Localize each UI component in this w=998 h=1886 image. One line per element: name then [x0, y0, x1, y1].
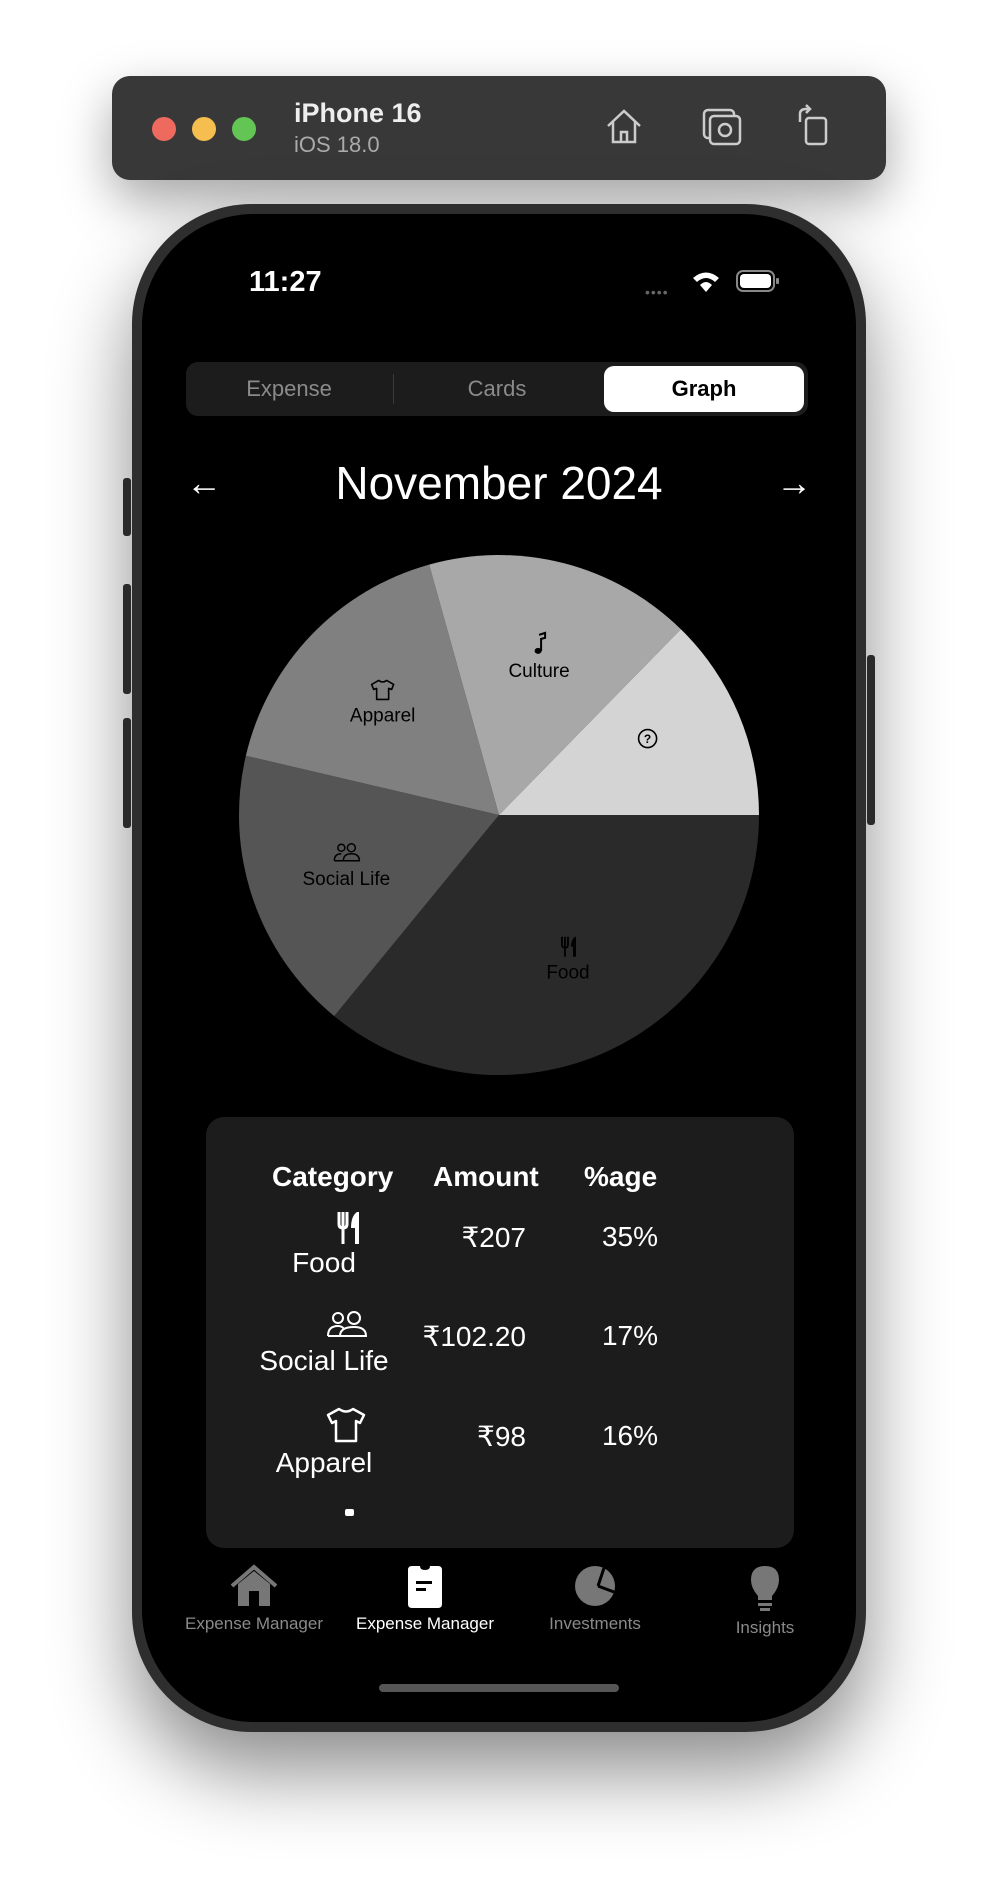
fork-knife-icon — [337, 1212, 359, 1244]
app-screen: 11:27 •••• Expense Cards Graph ← Novembe… — [142, 214, 856, 1722]
screenshot-icon[interactable] — [700, 104, 744, 148]
minimize-window-button[interactable] — [192, 117, 216, 141]
zoom-window-button[interactable] — [232, 117, 256, 141]
svg-text:?: ? — [644, 732, 651, 746]
home-icon[interactable] — [602, 104, 646, 148]
expense-pie-chart: Food Social Life Apparel Culture? — [239, 555, 759, 1075]
lightbulb-icon — [751, 1566, 779, 1611]
pie-chart-icon — [575, 1566, 615, 1606]
music-note-icon — [345, 1509, 354, 1516]
simulator-toolbar — [112, 76, 886, 180]
tab-investments[interactable]: Investments — [510, 1564, 680, 1634]
tab-label: Insights — [735, 1618, 795, 1637]
device-name: iPhone 16 — [294, 98, 422, 128]
clipboard-icon — [408, 1566, 442, 1608]
tshirt-icon — [326, 1407, 366, 1443]
tab-expense-manager[interactable]: Expense Manager — [340, 1564, 510, 1634]
row-percent: 17% — [601, 1320, 658, 1351]
tab-label: Expense Manager — [185, 1614, 323, 1633]
close-window-button[interactable] — [152, 117, 176, 141]
row-amount: ₹98 — [477, 1421, 526, 1452]
pie-label: Social Life — [303, 869, 391, 890]
house-icon — [230, 1564, 278, 1606]
action-button — [123, 478, 131, 536]
category-table: Category Amount %age Food ₹207 35% Socia… — [206, 1117, 794, 1548]
row-percent: 16% — [601, 1420, 658, 1451]
header-percent: %age — [584, 1161, 658, 1192]
power-button — [867, 655, 875, 825]
tab-insights[interactable]: Insights — [680, 1564, 850, 1638]
os-version: iOS 18.0 — [294, 132, 380, 157]
header-category: Category — [272, 1161, 394, 1192]
row-amount: ₹207 — [461, 1222, 526, 1253]
tab-label: Investments — [549, 1614, 641, 1633]
pie-label: Culture — [508, 661, 569, 682]
volume-down-button — [123, 718, 131, 828]
rotate-icon[interactable] — [792, 104, 836, 148]
tab-expense-manager-home[interactable]: Expense Manager — [169, 1564, 339, 1634]
people-icon — [327, 1311, 368, 1337]
row-percent: 35% — [601, 1221, 658, 1252]
header-amount: Amount — [433, 1161, 539, 1192]
volume-up-button — [123, 584, 131, 694]
pie-label: Apparel — [350, 705, 416, 726]
row-amount: ₹102.20 — [422, 1321, 526, 1352]
pie-label: Food — [546, 963, 589, 984]
tab-label: Expense Manager — [356, 1614, 494, 1633]
home-indicator[interactable] — [379, 1684, 619, 1692]
